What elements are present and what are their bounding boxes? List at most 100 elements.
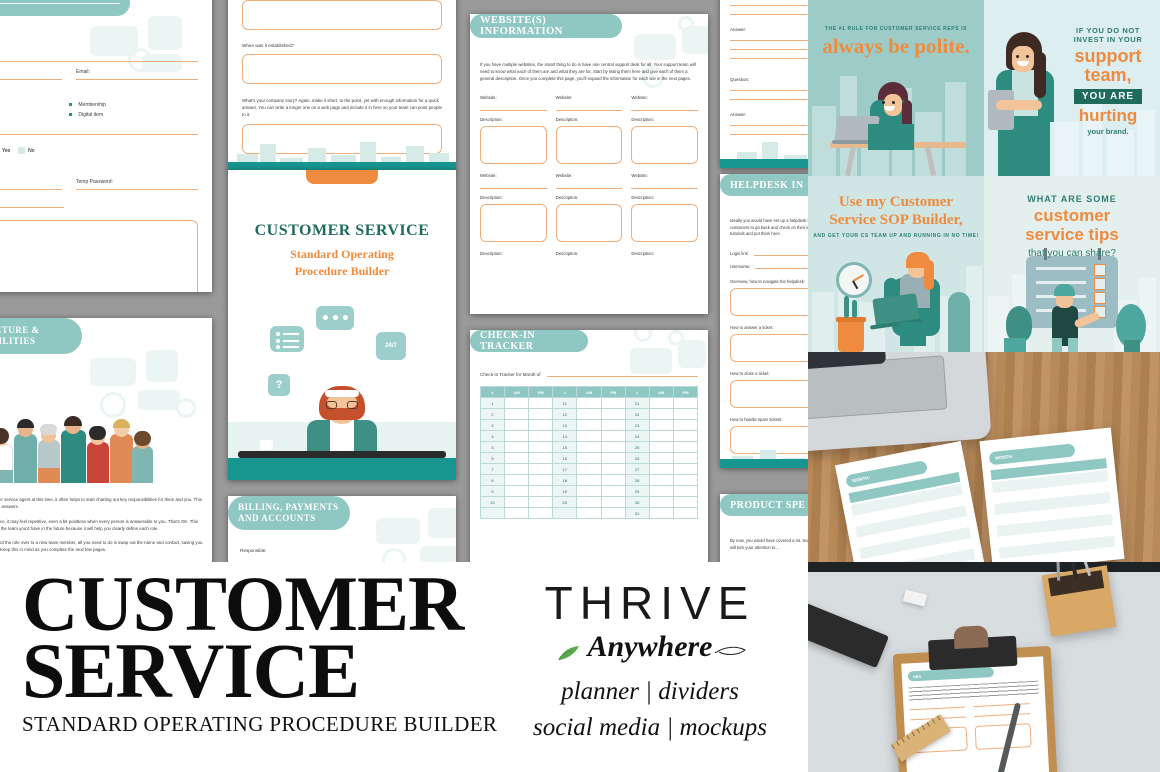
- cell-checkin-slot[interactable]: [503, 430, 530, 442]
- cell-checkin-slot[interactable]: [503, 496, 530, 508]
- cell-checkin-slot[interactable]: [600, 485, 626, 497]
- social-tile-always-be-polite[interactable]: THE #1 RULE FOR CUSTOMER SERVICE REPS IS…: [808, 0, 984, 176]
- qa-line-a1c[interactable]: [730, 58, 808, 59]
- cell-checkin-slot[interactable]: [600, 507, 626, 519]
- cell-checkin-slot[interactable]: [648, 452, 675, 464]
- page-cover[interactable]: CUSTOMER SERVICE Standard Operating Proc…: [228, 170, 456, 480]
- page-product-specs[interactable]: PRODUCT SPE By now, you would have cover…: [720, 494, 808, 562]
- page-helpdesk-information[interactable]: HELPDESK IN Ideally you would have set u…: [720, 174, 808, 468]
- notes-textarea[interactable]: [0, 220, 198, 292]
- cell-checkin-slot[interactable]: [528, 507, 554, 519]
- cell-checkin-slot[interactable]: [673, 463, 698, 475]
- social-tile-support-team[interactable]: IF YOU DO NOT INVEST IN YOUR support tea…: [984, 0, 1160, 176]
- websites-line-6[interactable]: [631, 187, 699, 189]
- cell-checkin-slot[interactable]: [576, 397, 602, 409]
- page-websites-information[interactable]: WEBSITE(S) INFORMATION If you have multi…: [470, 14, 708, 314]
- cell-checkin-slot[interactable]: [648, 496, 675, 508]
- social-tile-service-tips[interactable]: WHAT ARE SOME customer service tips that…: [984, 176, 1160, 352]
- cell-checkin-slot[interactable]: [528, 485, 554, 497]
- helpdesk-line-login[interactable]: [753, 255, 808, 257]
- page-team-structure[interactable]: AM STRUCTURE & ESPONSIBILITIES: [0, 318, 212, 562]
- cell-checkin-slot[interactable]: [576, 452, 602, 464]
- cell-checkin-slot[interactable]: [503, 441, 530, 453]
- cell-checkin-slot[interactable]: [528, 452, 554, 464]
- field-line-username[interactable]: [0, 189, 62, 190]
- cell-checkin-slot[interactable]: [576, 463, 602, 475]
- qa-line-q1b[interactable]: [730, 14, 808, 15]
- helpdesk-box-close[interactable]: [730, 380, 808, 409]
- cell-checkin-slot[interactable]: [600, 397, 626, 409]
- field-line-handler[interactable]: [0, 79, 62, 80]
- cell-checkin-slot[interactable]: [600, 463, 626, 475]
- cell-checkin-slot[interactable]: [528, 397, 554, 409]
- websites-desc-box-6[interactable]: [631, 203, 699, 242]
- cell-checkin-slot[interactable]: [648, 408, 675, 420]
- cell-checkin-slot[interactable]: [503, 507, 530, 519]
- cell-checkin-slot[interactable]: [503, 474, 530, 486]
- qa-line-a1b[interactable]: [730, 49, 808, 50]
- checkbox-yes[interactable]: Yes: [0, 147, 10, 154]
- cell-checkin-slot[interactable]: [673, 430, 698, 442]
- checkbox-option-digital-item[interactable]: Digital item: [69, 111, 198, 121]
- checkin-month-line[interactable]: [546, 376, 698, 377]
- cell-checkin-slot[interactable]: [648, 507, 675, 519]
- cell-checkin-slot[interactable]: [648, 430, 675, 442]
- cell-checkin-slot[interactable]: [673, 441, 698, 453]
- websites-desc-box-5[interactable]: [555, 203, 623, 242]
- cell-checkin-slot[interactable]: [528, 474, 554, 486]
- helpdesk-line-username[interactable]: [755, 268, 808, 270]
- photo-desk-printables[interactable]: MONTH: MONTH:: [808, 352, 1160, 562]
- websites-line-1[interactable]: [480, 109, 547, 111]
- cell-checkin-slot[interactable]: [576, 408, 602, 420]
- cell-checkin-slot[interactable]: [648, 397, 675, 409]
- checkin-table[interactable]: # AM PM # AM PM # AM PM 1 11 21 2 12 22 3 13 23 4…: [480, 386, 698, 519]
- cell-checkin-slot[interactable]: [673, 474, 698, 486]
- field-line-link2[interactable]: [0, 207, 64, 208]
- cell-checkin-slot[interactable]: [648, 441, 675, 453]
- story-textarea-1[interactable]: [242, 54, 442, 84]
- cell-checkin-slot[interactable]: [576, 430, 602, 442]
- photo-clipboard-form[interactable]: HEA: [808, 562, 1160, 772]
- cell-checkin-slot[interactable]: [576, 496, 602, 508]
- cell-checkin-slot[interactable]: [673, 496, 698, 508]
- cell-checkin-slot[interactable]: [528, 496, 554, 508]
- cell-checkin-slot[interactable]: [576, 474, 602, 486]
- checkbox-option-membership[interactable]: Membership: [69, 101, 198, 111]
- cell-checkin-slot[interactable]: [576, 485, 602, 497]
- cell-checkin-slot[interactable]: [503, 408, 530, 420]
- field-line-other[interactable]: [0, 134, 198, 135]
- cell-checkin-slot[interactable]: [600, 452, 626, 464]
- qa-line-a2a[interactable]: [730, 125, 808, 126]
- cell-checkin-slot[interactable]: [600, 496, 626, 508]
- page-questions-answers[interactable]: Question: Answer: Question: Answer:: [720, 0, 808, 168]
- cell-checkin-slot[interactable]: [503, 452, 530, 464]
- social-tile-sop-builder[interactable]: Use my Customer Service SOP Builder, AND…: [808, 176, 984, 352]
- cell-checkin-slot[interactable]: [673, 408, 698, 420]
- websites-desc-box-1[interactable]: [480, 125, 547, 164]
- cell-checkin-slot[interactable]: [648, 474, 675, 486]
- websites-line-4[interactable]: [480, 187, 547, 189]
- websites-desc-box-4[interactable]: [480, 203, 547, 242]
- cell-checkin-slot[interactable]: [528, 463, 554, 475]
- cell-checkin-slot[interactable]: [600, 419, 626, 431]
- cell-checkin-slot[interactable]: [576, 507, 602, 519]
- cell-checkin-slot[interactable]: [503, 419, 530, 431]
- cell-checkin-slot[interactable]: [503, 485, 530, 497]
- cell-checkin-slot[interactable]: [528, 419, 554, 431]
- field-line-temp-password[interactable]: [76, 189, 198, 190]
- qa-line-a1a[interactable]: [730, 40, 808, 41]
- websites-line-2[interactable]: [555, 109, 623, 111]
- page-checkin-tracker[interactable]: CHECK-IN TRACKER Check-in Tracker for Mo…: [470, 330, 708, 562]
- websites-desc-box-2[interactable]: [555, 125, 623, 164]
- websites-line-3[interactable]: [631, 109, 699, 111]
- field-line-link[interactable]: [0, 61, 198, 62]
- cell-checkin-slot[interactable]: [673, 397, 698, 409]
- cell-checkin-slot[interactable]: [673, 507, 698, 519]
- qa-line-q1a[interactable]: [730, 5, 808, 6]
- qa-line-q2a[interactable]: [730, 90, 808, 91]
- page-billing[interactable]: BILLING, PAYMENTS AND ACCOUNTS Responsib…: [228, 496, 456, 562]
- cell-checkin-slot[interactable]: [673, 485, 698, 497]
- qa-line-q2b[interactable]: [730, 99, 808, 100]
- cell-checkin-slot[interactable]: [600, 474, 626, 486]
- websites-line-5[interactable]: [555, 187, 623, 189]
